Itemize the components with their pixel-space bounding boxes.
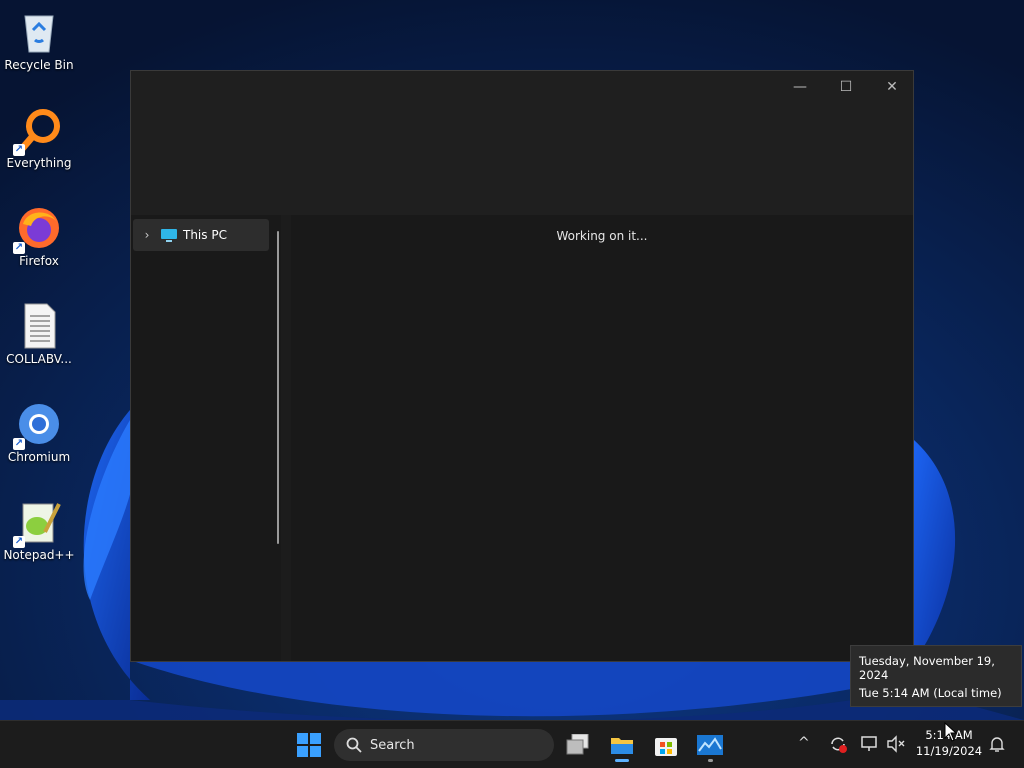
desktop-icon-label: Firefox — [19, 254, 59, 268]
clock-tooltip: Tuesday, November 19, 2024 Tue 5:14 AM (… — [850, 645, 1022, 707]
desktop-icon-everything[interactable]: ↗ Everything — [0, 100, 78, 171]
file-explorer-icon — [611, 738, 633, 754]
start-button[interactable] — [289, 725, 329, 765]
maximize-button[interactable]: ☐ — [823, 73, 869, 101]
app-window-icon — [697, 735, 723, 755]
nav-item-label: This PC — [183, 228, 227, 242]
search-label: Search — [370, 737, 415, 753]
clock-date: 11/19/2024 — [915, 744, 983, 758]
nav-item-this-pc[interactable]: › This PC — [133, 219, 269, 251]
network-icon[interactable] — [860, 734, 880, 758]
loading-status-text: Working on it... — [556, 229, 648, 243]
mouse-pointer-icon — [944, 722, 958, 742]
task-view-icon — [566, 734, 589, 755]
nav-pane-scrollbar[interactable] — [277, 231, 279, 544]
desktop-icon-label: COLLABV... — [6, 352, 72, 366]
everything-magnifier-icon: ↗ — [13, 106, 63, 156]
notification-bell-icon[interactable] — [988, 735, 1006, 757]
active-window-indicator — [615, 759, 629, 762]
task-view-button[interactable] — [558, 725, 598, 765]
desktop-icon-collabv-file[interactable]: COLLABV... — [0, 296, 78, 367]
volume-muted-icon[interactable] — [886, 734, 906, 758]
desktop-icon-label: Recycle Bin — [4, 58, 74, 72]
desktop-icon-notepadpp[interactable]: ↗ Notepad++ — [0, 492, 78, 563]
windows-logo-icon — [297, 733, 321, 757]
taskbar: Search ^ 5:14 AM 11/19/2024 — [0, 720, 1024, 768]
taskbar-microsoft-store[interactable] — [646, 725, 686, 765]
desktop-icon-chromium[interactable]: ↗ Chromium — [0, 394, 78, 465]
minimize-button[interactable]: — — [777, 73, 823, 101]
search-icon — [346, 737, 362, 753]
computer-icon — [161, 229, 177, 242]
recycle-bin-icon — [15, 8, 63, 56]
notepadpp-icon: ↗ — [13, 498, 63, 548]
tooltip-date: Tuesday, November 19, 2024 — [859, 654, 995, 682]
content-pane[interactable]: Working on it... — [291, 215, 913, 661]
taskbar-search-box[interactable]: Search — [334, 729, 554, 761]
running-app-indicator — [708, 759, 713, 762]
desktop-icon-label: Notepad++ — [3, 548, 75, 562]
chevron-right-icon[interactable]: › — [133, 228, 161, 242]
file-explorer-window[interactable]: — ☐ ✕ › This PC Working on it... — [130, 70, 914, 662]
desktop-icon-label: Chromium — [7, 450, 71, 464]
show-hidden-icons-button[interactable]: ^ — [798, 735, 810, 751]
firefox-icon: ↗ — [13, 204, 63, 254]
tooltip-time: Tue 5:14 AM (Local time) — [859, 686, 1002, 700]
taskbar-app-monitor[interactable] — [690, 725, 730, 765]
shortcut-arrow-icon: ↗ — [13, 536, 25, 548]
text-document-icon — [15, 302, 63, 350]
pane-splitter[interactable] — [281, 215, 291, 661]
desktop-icon-firefox[interactable]: ↗ Firefox — [0, 198, 78, 269]
microsoft-store-icon — [655, 738, 677, 756]
shortcut-arrow-icon: ↗ — [13, 438, 25, 450]
navigation-pane[interactable]: › This PC — [131, 215, 281, 661]
shortcut-arrow-icon: ↗ — [13, 144, 25, 156]
chromium-icon: ↗ — [13, 400, 63, 450]
close-button[interactable]: ✕ — [869, 73, 915, 101]
shortcut-arrow-icon: ↗ — [13, 242, 25, 254]
taskbar-file-explorer[interactable] — [602, 725, 642, 765]
desktop-icon-recycle-bin[interactable]: Recycle Bin — [0, 2, 78, 73]
desktop-icon-label: Everything — [6, 156, 72, 170]
sync-status-icon[interactable] — [828, 734, 848, 758]
